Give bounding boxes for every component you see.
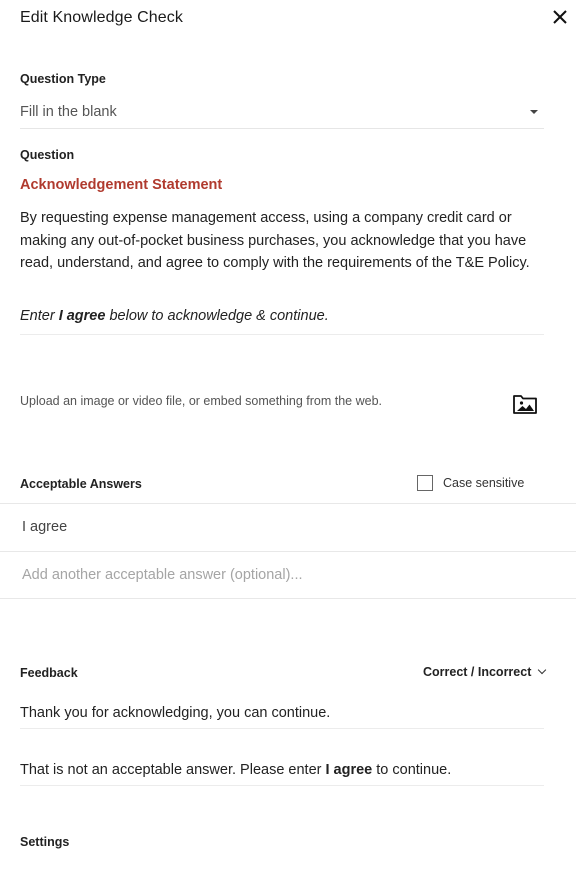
incorrect-feedback-input[interactable]: That is not an acceptable answer. Please… xyxy=(20,762,544,778)
answers-bottom-divider xyxy=(0,598,576,599)
answers-top-divider xyxy=(0,503,576,504)
case-sensitive-checkbox[interactable] xyxy=(417,475,433,491)
question-type-label: Question Type xyxy=(20,72,106,86)
incorrect-feedback-divider xyxy=(20,785,544,786)
question-instruction[interactable]: Enter I agree below to acknowledge & con… xyxy=(20,308,542,324)
instruction-prefix: Enter xyxy=(20,308,59,324)
question-body[interactable]: By requesting expense management access,… xyxy=(20,207,542,275)
settings-label: Settings xyxy=(20,835,70,849)
answers-mid-divider xyxy=(0,551,576,552)
edit-knowledge-check-panel: Edit Knowledge Check Question Type Fill … xyxy=(0,0,576,876)
correct-feedback-divider xyxy=(20,728,544,729)
caret-down-icon xyxy=(530,110,538,114)
question-type-select[interactable]: Fill in the blank xyxy=(20,98,544,129)
media-upload-prompt: Upload an image or video file, or embed … xyxy=(20,394,382,408)
acceptable-answers-label: Acceptable Answers xyxy=(20,477,142,491)
chevron-down-icon xyxy=(538,665,547,675)
instruction-bold: I agree xyxy=(58,308,106,324)
incorrect-prefix: That is not an acceptable answer. Please… xyxy=(20,762,326,778)
question-label: Question xyxy=(20,148,75,162)
question-title[interactable]: Acknowledgement Statement xyxy=(20,177,222,193)
case-sensitive-label: Case sensitive xyxy=(443,476,525,490)
acceptable-answer-input[interactable]: I agree xyxy=(22,519,67,535)
question-type-value: Fill in the blank xyxy=(20,104,117,120)
instruction-suffix: below to acknowledge & continue. xyxy=(105,308,329,324)
correct-feedback-input[interactable]: Thank you for acknowledging, you can con… xyxy=(20,705,544,721)
question-divider xyxy=(20,334,544,335)
dialog-title: Edit Knowledge Check xyxy=(20,9,183,26)
feedback-label: Feedback xyxy=(20,666,78,680)
image-folder-icon[interactable] xyxy=(512,392,538,416)
close-icon[interactable] xyxy=(551,8,569,26)
feedback-mode-dropdown[interactable]: Correct / Incorrect xyxy=(423,665,547,679)
incorrect-suffix: to continue. xyxy=(372,762,452,778)
feedback-mode-label: Correct / Incorrect xyxy=(423,665,532,679)
incorrect-bold: I agree xyxy=(325,762,373,778)
add-answer-input[interactable]: Add another acceptable answer (optional)… xyxy=(22,567,303,583)
